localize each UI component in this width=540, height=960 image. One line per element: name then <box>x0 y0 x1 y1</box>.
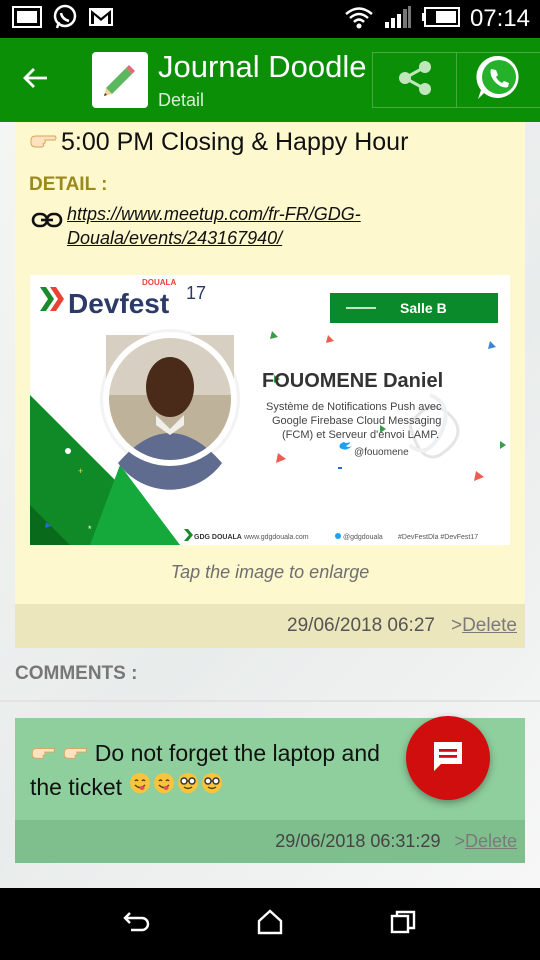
delete-label: Delete <box>462 615 517 636</box>
banner-talk-line-2: Google Firebase Cloud Messaging <box>272 415 441 427</box>
back-nav-icon <box>122 909 152 940</box>
delete-prefix: > <box>454 831 465 851</box>
app-title: Journal Doodle <box>158 48 367 84</box>
yum-emoji-icon <box>152 773 176 800</box>
app-subtitle: Detail <box>158 89 205 110</box>
content-area[interactable]: 5:00 PM Closing & Happy Hour DETAIL : ht… <box>0 122 540 888</box>
banner-brand-small: DOUALA <box>142 278 176 287</box>
banner-speaker: FOUOMENE Daniel <box>262 370 443 392</box>
pointing-hand-icon <box>30 740 62 766</box>
devfest-banner: + * DOUALA Devfest 17 Salle B FOUOMENE D… <box>30 275 510 545</box>
app-bar: Journal Doodle Detail <box>0 38 540 122</box>
event-link[interactable]: https://www.meetup.com/fr-FR/GDG-Douala/… <box>67 202 427 250</box>
navigation-bar <box>0 888 540 960</box>
back-arrow-icon <box>21 66 49 95</box>
link-row[interactable]: https://www.meetup.com/fr-FR/GDG-Douala/… <box>31 202 427 250</box>
banner-footer-site: www.gdgdouala.com <box>243 534 309 541</box>
post-title-row: 5:00 PM Closing & Happy Hour <box>29 128 408 157</box>
comment-body: Do not forget the laptop and the ticket <box>30 736 410 804</box>
banner-talk-line-1: Système de Notifications Push avec <box>266 401 442 413</box>
pointing-hand-icon <box>29 128 57 157</box>
post-delete-link[interactable]: >Delete <box>451 615 517 637</box>
nav-back-button[interactable] <box>107 894 167 954</box>
banner-brand: Devfest <box>68 288 169 319</box>
svg-text:*: * <box>88 524 92 534</box>
status-time: 07:14 <box>469 5 530 32</box>
battery-icon <box>421 6 460 33</box>
whatsapp-share-button[interactable] <box>456 52 540 108</box>
status-bar: 07:14 <box>0 0 540 38</box>
banner-room: Salle B <box>400 300 447 316</box>
wifi-icon <box>344 5 374 34</box>
delete-label: Delete <box>464 831 517 851</box>
app-logo <box>92 52 148 108</box>
pencil-icon <box>104 65 135 96</box>
nav-recents-button[interactable] <box>373 894 433 954</box>
whatsapp-icon <box>474 53 524 108</box>
share-icon <box>395 58 435 103</box>
post-footer: 29/06/2018 06:27 >Delete <box>15 604 525 648</box>
event-banner-image[interactable]: + * DOUALA Devfest 17 Salle B FOUOMENE D… <box>30 275 510 545</box>
comments-heading: COMMENTS : <box>15 663 138 684</box>
comment-icon <box>431 739 465 778</box>
comment-delete-link[interactable]: >Delete <box>454 831 517 852</box>
recents-icon <box>389 909 417 940</box>
comment-date: 29/06/2018 06:31:29 <box>275 831 441 851</box>
nerd-emoji-icon <box>200 773 224 800</box>
tap-hint: Tap the image to enlarge <box>170 562 370 582</box>
banner-footer-tags: #DevFestDla #DevFest17 <box>398 534 478 541</box>
divider <box>0 700 540 702</box>
banner-twitter: @fouomene <box>354 447 409 458</box>
add-comment-fab[interactable] <box>406 716 490 800</box>
post-title: 5:00 PM Closing & Happy Hour <box>61 128 409 156</box>
banner-talk-line-3: (FCM) et Serveur d'envoi LAMP. <box>282 429 439 441</box>
share-button[interactable] <box>372 52 456 108</box>
detail-label: DETAIL : <box>29 174 108 195</box>
nerd-emoji-icon <box>176 773 200 800</box>
pointing-hand-icon <box>62 740 94 766</box>
link-icon <box>31 202 63 237</box>
banner-footer-twitter: @gdgdouala <box>343 534 383 541</box>
banner-brand-year: 17 <box>186 283 206 303</box>
nav-home-button[interactable] <box>240 894 300 954</box>
signal-icon <box>384 5 412 34</box>
picture-icon <box>12 5 42 33</box>
svg-text:+: + <box>78 466 83 476</box>
gmail-icon <box>88 6 114 33</box>
whatsapp-icon <box>52 4 78 35</box>
banner-footer-org: GDG DOUALA <box>194 534 242 541</box>
post-date: 29/06/2018 06:27 <box>287 615 435 636</box>
comment-footer: 29/06/2018 06:31:29 >Delete <box>15 820 525 863</box>
delete-prefix: > <box>450 615 463 636</box>
back-button[interactable] <box>0 38 70 122</box>
home-icon <box>256 908 284 940</box>
post-card: 5:00 PM Closing & Happy Hour DETAIL : ht… <box>15 122 525 648</box>
yum-emoji-icon <box>128 773 152 800</box>
